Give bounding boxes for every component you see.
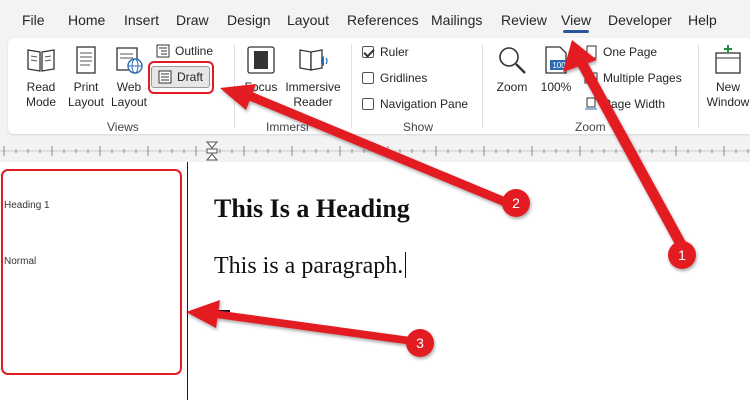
print-layout-label: Print Layout xyxy=(67,80,105,109)
read-mode-icon xyxy=(27,49,55,72)
views-group-label: Views xyxy=(107,120,139,134)
tab-home[interactable]: Home xyxy=(68,12,105,28)
tab-insert[interactable]: Insert xyxy=(124,12,159,28)
tab-layout[interactable]: Layout xyxy=(287,12,329,28)
gridlines-check-box[interactable] xyxy=(362,72,374,84)
print-layout-icon xyxy=(76,46,96,74)
zoom-100-button[interactable]: 100 100% xyxy=(536,44,576,95)
group-divider xyxy=(482,44,483,128)
tab-design[interactable]: Design xyxy=(227,12,271,28)
multiple-pages-label: Multiple Pages xyxy=(603,71,682,85)
style-name-normal: Normal xyxy=(4,256,37,267)
print-layout-button[interactable]: Print Layout xyxy=(66,44,106,110)
navigation-pane-check-box[interactable] xyxy=(362,98,374,110)
new-window-button[interactable]: New Window xyxy=(706,44,750,110)
magnifier-icon xyxy=(499,47,526,74)
web-layout-icon xyxy=(116,47,143,74)
ruler-checkbox[interactable]: Ruler xyxy=(362,45,409,59)
new-window-label: New Window xyxy=(706,80,750,109)
style-name-heading: Heading 1 xyxy=(4,200,50,211)
page-width-label: Page Width xyxy=(603,97,666,111)
gridlines-label: Gridlines xyxy=(380,71,428,85)
document-paragraph[interactable]: This is a paragraph. xyxy=(214,252,407,280)
multiple-pages-icon xyxy=(584,72,598,84)
document-area[interactable]: Heading 1 Normal This Is a Heading This … xyxy=(0,162,750,400)
tab-references[interactable]: References xyxy=(347,12,419,28)
document-heading[interactable]: This Is a Heading xyxy=(214,194,410,224)
read-mode-button[interactable]: Read Mode xyxy=(18,44,64,110)
immersive-reader-button[interactable]: Immersive Reader xyxy=(282,44,344,110)
show-group-label: Show xyxy=(403,120,434,134)
focus-button[interactable]: Focus xyxy=(242,44,280,95)
one-page-icon xyxy=(586,45,597,59)
zoom-group-label: Zoom xyxy=(575,120,606,134)
gridlines-checkbox[interactable]: Gridlines xyxy=(362,71,427,85)
navigation-pane-label: Navigation Pane xyxy=(380,97,469,111)
tab-view[interactable]: View xyxy=(561,12,591,28)
end-of-document-mark xyxy=(214,310,230,312)
style-area-pane[interactable]: Heading 1 Normal xyxy=(0,162,188,400)
tab-file[interactable]: File xyxy=(22,12,45,28)
page-width-icon xyxy=(585,97,597,110)
tab-developer[interactable]: Developer xyxy=(608,12,672,28)
one-page-label: One Page xyxy=(603,45,658,59)
immersive-group-label: Immersi xyxy=(266,120,309,134)
navigation-pane-checkbox[interactable]: Navigation Pane xyxy=(362,97,468,111)
tab-help[interactable]: Help xyxy=(688,12,717,28)
group-divider xyxy=(351,44,352,128)
one-page-button[interactable]: One Page xyxy=(584,45,657,59)
web-layout-label: Web Layout xyxy=(110,80,148,109)
document-heading-text: This Is a Heading xyxy=(214,194,410,223)
multiple-pages-button[interactable]: Multiple Pages xyxy=(584,71,682,85)
immersive-reader-icon xyxy=(299,49,328,71)
outline-label: Outline xyxy=(175,44,214,58)
horizontal-ruler[interactable] xyxy=(0,140,750,162)
focus-icon xyxy=(247,46,275,74)
ribbon-panel: Read Mode Print Layout Web Layout Outlin… xyxy=(8,38,750,134)
ruler-check-box[interactable] xyxy=(362,46,374,58)
read-mode-label: Read Mode xyxy=(25,80,57,109)
ribbon-tab-bar: File Home Insert Draw Design Layout Refe… xyxy=(0,0,750,36)
tab-mailings[interactable]: Mailings xyxy=(431,12,482,28)
outline-button[interactable]: Outline xyxy=(156,44,213,58)
zoom-label: Zoom xyxy=(496,80,528,94)
zoom-100-icon: 100 xyxy=(545,46,568,74)
tab-review[interactable]: Review xyxy=(501,12,547,28)
immersive-reader-label: Immersive Reader xyxy=(285,80,341,109)
ruler-label: Ruler xyxy=(380,45,409,59)
document-paragraph-text: This is a paragraph. xyxy=(214,253,404,279)
web-layout-button[interactable]: Web Layout xyxy=(108,44,150,110)
zoom-100-label: 100% xyxy=(540,80,572,94)
zoom-button[interactable]: Zoom xyxy=(492,44,532,95)
tab-draw[interactable]: Draw xyxy=(176,12,209,28)
group-divider xyxy=(698,44,699,128)
text-cursor xyxy=(405,252,407,278)
new-window-icon xyxy=(715,45,741,74)
active-tab-indicator xyxy=(563,30,589,33)
page-width-button[interactable]: Page Width xyxy=(584,97,665,111)
group-divider xyxy=(234,44,235,128)
outline-icon xyxy=(156,44,170,58)
draft-highlight-box xyxy=(148,61,214,94)
zoom-100-icon-text: 100 xyxy=(552,61,566,70)
focus-label: Focus xyxy=(244,80,278,94)
